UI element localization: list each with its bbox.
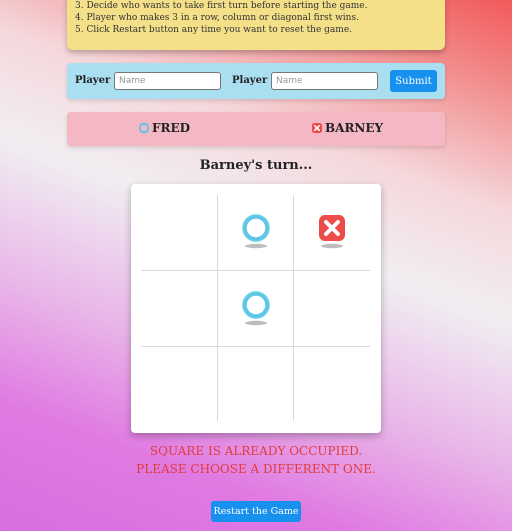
board-cell-1-0[interactable] bbox=[141, 271, 217, 347]
rule-5: 5. Click Restart button any time you wan… bbox=[75, 25, 353, 35]
player1-name-input[interactable] bbox=[114, 72, 221, 90]
board-cell-0-0[interactable] bbox=[141, 194, 217, 270]
error-message: SQUARE IS ALREADY OCCUPIED. PLEASE CHOOS… bbox=[136, 444, 376, 476]
turn-indicator: Barney's turn... bbox=[199, 158, 313, 173]
player2-name-text: BARNEY bbox=[325, 121, 384, 135]
board-cell-0-2[interactable] bbox=[294, 194, 370, 270]
game-board bbox=[131, 184, 381, 433]
board-cell-2-1[interactable] bbox=[218, 347, 294, 423]
board-cell-1-2[interactable] bbox=[294, 271, 370, 347]
player1-name-text: FRED bbox=[152, 121, 191, 135]
x-tile-icon bbox=[312, 123, 322, 133]
submit-button[interactable]: Submit bbox=[390, 70, 437, 92]
player1-name-display: FRED bbox=[138, 121, 190, 135]
board-cell-2-2[interactable] bbox=[294, 347, 370, 423]
player2-name-display: BARNEY bbox=[311, 121, 383, 135]
board-cell-0-1[interactable] bbox=[218, 194, 294, 270]
x-tile-icon bbox=[319, 215, 345, 249]
player2-name-input[interactable] bbox=[271, 72, 378, 90]
board-cell-1-1[interactable] bbox=[218, 271, 294, 347]
ring-icon bbox=[138, 122, 150, 134]
board-cell-2-0[interactable] bbox=[141, 347, 217, 423]
restart-button[interactable]: Restart the Game bbox=[211, 501, 301, 522]
rule-3: 3. Decide who wants to take first turn b… bbox=[75, 1, 368, 11]
rules-panel: 3. Decide who wants to take first turn b… bbox=[67, 0, 445, 50]
rule-4: 4. Player who makes 3 in a row, column o… bbox=[75, 13, 359, 23]
player-form: Player 1: Player 2: Submit bbox=[67, 63, 445, 99]
ring-icon bbox=[242, 291, 270, 326]
ring-icon bbox=[242, 214, 270, 249]
player-names-bar: FRED BARNEY bbox=[67, 112, 445, 146]
